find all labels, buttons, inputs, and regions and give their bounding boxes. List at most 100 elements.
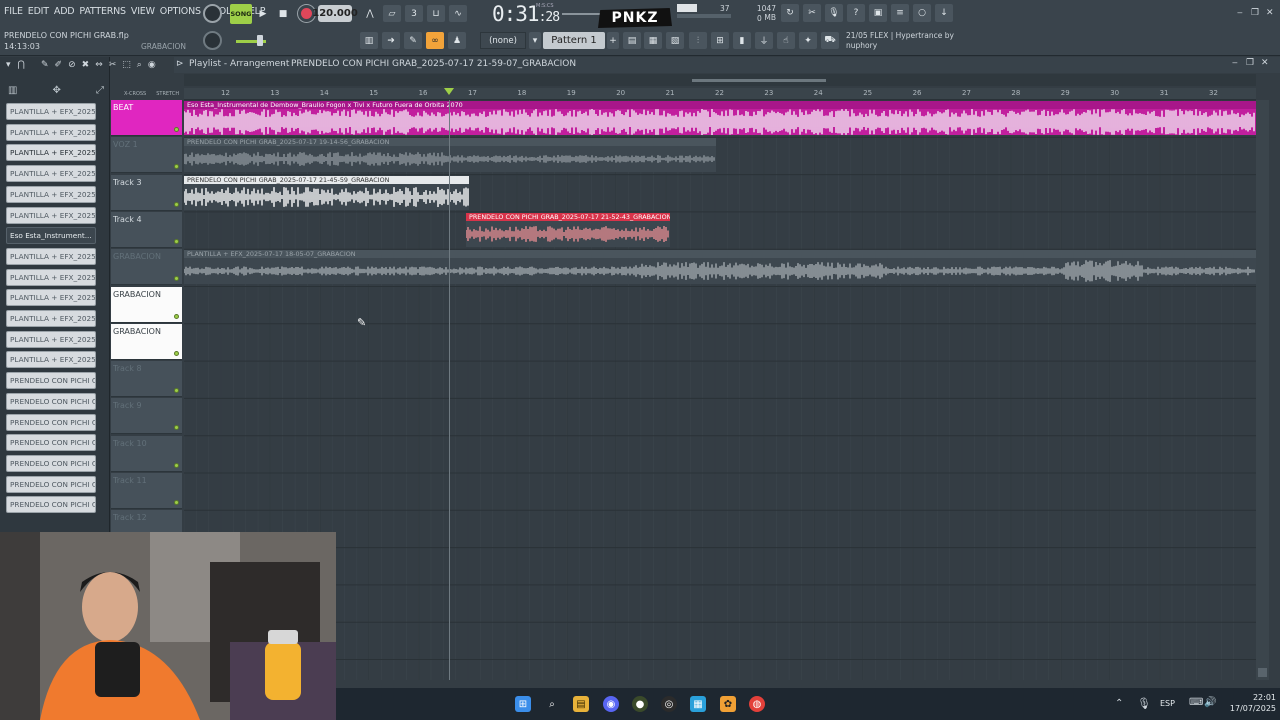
menu-edit[interactable]: EDIT bbox=[28, 6, 49, 17]
track-header[interactable]: VOZ 1 bbox=[111, 137, 182, 174]
browser-item[interactable]: PLANTILLA + EFX_2025-0... bbox=[6, 310, 96, 327]
track-header[interactable]: Track 11 bbox=[111, 473, 182, 509]
master-pitch-knob[interactable] bbox=[203, 31, 222, 50]
browser-item[interactable]: PLANTILLA + EFX_2025-0... bbox=[6, 351, 96, 369]
app-circle-icon[interactable]: ● bbox=[632, 696, 648, 712]
song-position-clock[interactable]: 0:31:28 bbox=[492, 2, 560, 26]
add-pattern-button[interactable]: + bbox=[607, 32, 619, 49]
playlist-lanes[interactable]: Eso Esta_Instrumental de Dembow_Braulio … bbox=[184, 100, 1256, 680]
wait-for-input-icon[interactable]: ⏥ bbox=[383, 5, 401, 22]
browser-item[interactable]: PLANTILLA + EFX_2025-0... bbox=[6, 330, 96, 348]
scroll-down-icon[interactable] bbox=[1258, 668, 1267, 677]
microphone-icon[interactable]: 🎙 bbox=[825, 4, 843, 22]
playlist-titlebar[interactable]: ⊳ Playlist - Arrangement - PRENDELO CON … bbox=[174, 57, 1280, 73]
plug-icon[interactable]: ⏚ bbox=[755, 32, 773, 49]
menu-view[interactable]: VIEW bbox=[131, 6, 155, 17]
snap-dropdown-icon[interactable]: ▾ bbox=[529, 32, 541, 49]
browser-item[interactable]: PRENDELO CON PICHI GRA... bbox=[6, 454, 96, 472]
browser-item[interactable]: PRENDELO CON PICHI GRA... bbox=[6, 434, 96, 452]
piano-roll-icon[interactable]: ▥ bbox=[360, 32, 378, 49]
playlist-icon[interactable]: ▤ bbox=[623, 32, 641, 49]
discord-icon[interactable]: ◉ bbox=[603, 696, 619, 712]
chat-icon[interactable]: ○ bbox=[913, 4, 931, 22]
browser-item[interactable]: PLANTILLA + EFX_2025-0... bbox=[6, 123, 96, 141]
browser-item[interactable]: PLANTILLA + EFX_2025-0... bbox=[6, 165, 96, 183]
step-edit-icon[interactable]: ⊔ bbox=[427, 5, 445, 22]
window-minimize-button[interactable]: ‒ bbox=[1237, 8, 1243, 18]
browser-icon[interactable]: ⊞ bbox=[711, 32, 729, 49]
snap-magnet-icon[interactable]: ∞ bbox=[426, 32, 444, 49]
vertical-scrollbar[interactable] bbox=[1256, 100, 1269, 680]
timeline-ruler[interactable]: 12 13 14 15 16 17 18 19 20 21 22 23 24 25 26 27 28 29 30 31… bbox=[184, 88, 1256, 100]
cart-icon[interactable]: ⛟ bbox=[821, 32, 839, 49]
browser-item[interactable]: PLANTILLA + EFX_2025-0... bbox=[6, 144, 96, 162]
track-header[interactable]: GRABACION bbox=[111, 286, 182, 323]
browser-item[interactable]: PRENDELO CON PICHI GRA... bbox=[6, 475, 96, 493]
magnet-icon[interactable]: ⋂ bbox=[18, 60, 25, 70]
tempo-display[interactable]: 120.000 bbox=[312, 5, 358, 22]
browser-item[interactable]: PRENDELO CON PICHI GRA... bbox=[6, 372, 96, 390]
metronome-icon[interactable]: ⋀ bbox=[362, 5, 378, 22]
fl-studio-icon[interactable]: ✿ bbox=[720, 696, 736, 712]
slip-tool-icon[interactable]: ⇔ bbox=[95, 60, 103, 70]
browser-item[interactable]: PLANTILLA + EFX_2025-0... bbox=[6, 268, 96, 286]
playlist-minimize-button[interactable]: ‒ bbox=[1232, 58, 1238, 68]
audio-clip[interactable]: Eso Esta_Instrumental de Dembow_Braulio … bbox=[184, 101, 1256, 135]
search-icon[interactable]: ⌕ bbox=[544, 696, 560, 712]
audio-clip[interactable]: PRENDELO CON PICHI GRAB_2025-07-17 19-14… bbox=[184, 138, 716, 173]
mixer-icon[interactable]: ≡ bbox=[891, 4, 909, 22]
track-header[interactable]: Track 3 bbox=[111, 174, 182, 211]
track-header[interactable]: Track 9 bbox=[111, 398, 182, 435]
track-header[interactable]: Track 8 bbox=[111, 361, 182, 398]
browser-item[interactable]: PRENDELO CON PICHI GRA... bbox=[6, 496, 96, 514]
playlist-close-button[interactable]: ✕ bbox=[1261, 58, 1269, 68]
tray-up-icon[interactable]: ⌃ bbox=[1115, 698, 1123, 709]
track-enable-led[interactable] bbox=[174, 276, 179, 282]
arrow-tool-icon[interactable]: ➜ bbox=[382, 32, 400, 49]
countdown-icon[interactable]: 3 bbox=[405, 5, 423, 22]
volume-icon[interactable]: 🔊 bbox=[1204, 697, 1216, 708]
draw-tool-icon[interactable]: ✎ bbox=[404, 32, 422, 49]
track-header[interactable]: BEAT bbox=[111, 100, 182, 136]
track-enable-led[interactable] bbox=[174, 500, 179, 505]
start-icon[interactable]: ⊞ bbox=[515, 696, 531, 712]
track-header[interactable]: GRABACION bbox=[111, 249, 182, 286]
pattern-selector[interactable]: Pattern 1 bbox=[543, 32, 605, 49]
pencil-tool-icon[interactable]: ✎ bbox=[41, 60, 49, 70]
browser-item[interactable]: PRENDELO CON PICHI GRA... bbox=[6, 392, 96, 410]
browser-item[interactable]: PLANTILLA + EFX_2025-0... bbox=[6, 103, 96, 120]
brush-tool-icon[interactable]: ✐ bbox=[55, 60, 63, 70]
mixer-faders-icon[interactable]: ⫶ bbox=[689, 32, 707, 49]
playlist-maximize-button[interactable]: ❐ bbox=[1246, 58, 1254, 68]
menu-patterns[interactable]: PATTERNS bbox=[79, 6, 126, 17]
mute-tool-icon[interactable]: ✖ bbox=[82, 60, 90, 70]
song-mode-toggle[interactable]: SONG bbox=[230, 4, 252, 24]
taskbar-clock[interactable]: 22:01 17/07/2025 bbox=[1222, 692, 1276, 714]
obs-icon[interactable]: ◎ bbox=[661, 696, 677, 712]
window-restore-button[interactable]: ❐ bbox=[1251, 8, 1259, 18]
undo-history-icon[interactable]: ↻ bbox=[781, 4, 799, 22]
playlist-overview-bar[interactable] bbox=[184, 74, 1256, 86]
browser-item[interactable]: PRENDELO CON PICHI GRA... bbox=[6, 413, 96, 431]
audio-clip[interactable]: PRENDELO CON PICHI GRAB_2025-07-17 21-45… bbox=[184, 175, 469, 210]
plugin-database-icon[interactable]: ▮ bbox=[733, 32, 751, 49]
audio-clip[interactable]: PRENDELO CON PICHI GRAB_2025-07-17 21-52… bbox=[466, 212, 670, 247]
save-icon[interactable]: ▣ bbox=[869, 4, 887, 22]
slider-handle[interactable] bbox=[257, 35, 263, 46]
snap-select[interactable]: (none) bbox=[480, 32, 526, 49]
notepad-icon[interactable]: ▦ bbox=[690, 696, 706, 712]
menu-options[interactable]: OPTIONS bbox=[160, 6, 201, 17]
download-icon[interactable]: ↓ bbox=[935, 4, 953, 22]
cut-tools-icon[interactable]: ✂ bbox=[803, 4, 821, 22]
language-indicator[interactable]: ESP bbox=[1160, 699, 1175, 708]
slice-tool-icon[interactable]: ✂ bbox=[109, 60, 117, 70]
plugin-news[interactable]: 21/05 FLEX | Hypertrance by nuphory bbox=[846, 31, 954, 51]
touch-icon[interactable]: ☝ bbox=[777, 32, 795, 49]
playhead-marker-icon[interactable] bbox=[444, 88, 454, 95]
playback-tool-icon[interactable]: ◉ bbox=[148, 60, 156, 70]
select-tool-icon[interactable]: ⬚ bbox=[122, 60, 131, 70]
browser-item[interactable]: PLANTILLA + EFX_2025-0... bbox=[6, 206, 96, 224]
menu-add[interactable]: ADD bbox=[54, 6, 75, 17]
help-icon[interactable]: ? bbox=[847, 4, 865, 22]
browser-item[interactable]: Eso Esta_Instrument... bbox=[6, 227, 96, 245]
